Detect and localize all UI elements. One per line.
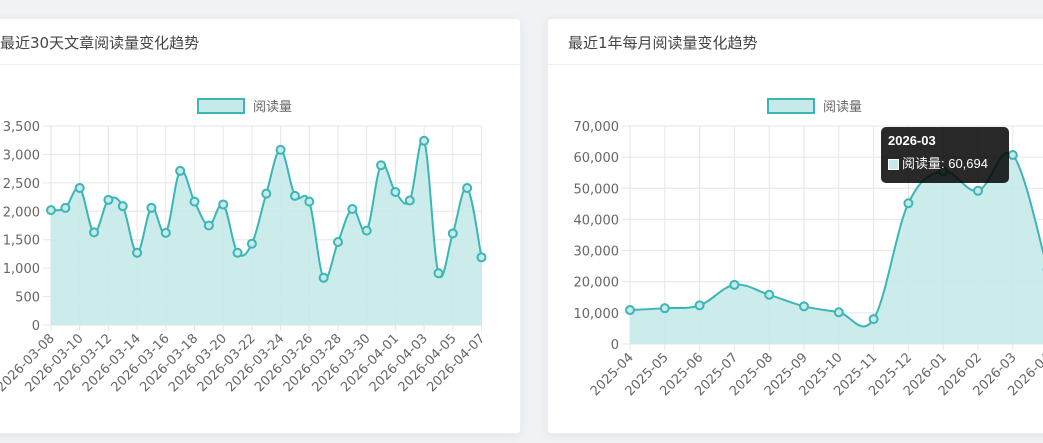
daily-data-point [462,182,473,193]
daily-data-point [103,194,114,205]
daily-data-point [261,188,272,199]
monthly-y-tick-label: 0 [611,338,619,353]
daily-data-point [117,201,128,212]
daily-data-point [447,228,458,239]
daily-data-point [46,205,56,216]
daily-data-point [347,204,358,215]
monthly-legend-swatch [767,98,815,114]
monthly-data-point [903,198,914,209]
daily-data-point [203,220,214,231]
monthly-y-tick-label: 20,000 [574,276,620,291]
daily-y-tick-label: 3,500 [3,120,40,135]
daily-data-point [304,196,315,207]
daily-data-point [60,202,71,213]
daily-data-point [146,202,157,213]
daily-data-point [333,236,343,247]
monthly-data-point [764,289,775,300]
daily-legend-label: 阅读量 [253,100,292,115]
daily-y-tick-label: 2,500 [3,177,40,192]
daily-data-point [218,199,229,210]
daily-y-tick-label: 0 [32,319,40,334]
daily-data-point [132,247,143,258]
tooltip-color-swatch [888,158,899,170]
daily-y-tick-label: 3,000 [3,148,40,163]
daily-data-point [361,225,372,236]
monthly-data-point [659,303,670,314]
daily-y-tick-label: 1,000 [3,262,40,277]
daily-data-point [289,190,300,201]
daily-data-point [404,195,415,206]
monthly-data-point [694,300,705,311]
daily-data-point [419,135,430,146]
monthly-legend-label: 阅读量 [823,100,862,115]
daily-data-point [433,268,444,279]
daily-data-point [246,238,257,249]
daily-data-point [476,252,487,263]
monthly-y-tick-label: 60,000 [574,151,620,166]
daily-data-point [74,182,85,193]
daily-data-point [160,227,171,238]
daily-y-tick-label: 2,000 [3,205,40,220]
daily-reads-chart[interactable]: 阅读量 0 500 1,000 1,500 2,000 2,500 3,000 3,500 202… [0,0,1043,443]
daily-data-point [376,160,387,171]
monthly-data-point [799,301,809,312]
daily-legend-swatch [197,98,245,114]
tooltip-row: 阅读量: 60,694 [888,156,1002,172]
daily-data-point [89,227,100,238]
daily-y-tick-label: 500 [15,291,40,306]
monthly-data-point [625,305,635,316]
daily-data-point [189,196,200,207]
monthly-y-tick-label: 50,000 [574,182,620,197]
daily-data-point [318,272,329,283]
daily-plot: 阅读量05001,0001,5002,0002,5003,0003,500202… [0,98,488,395]
chart-tooltip: 2026-03 阅读量: 60,694 [881,127,1009,183]
monthly-data-point [868,314,879,325]
daily-data-point [390,186,401,197]
tooltip-title: 2026-03 [888,133,936,148]
monthly-y-tick-label: 70,000 [574,120,620,135]
tooltip-label: 阅读量: 60,694 [902,156,988,171]
daily-data-point [232,247,243,258]
monthly-y-tick-label: 10,000 [574,307,620,322]
monthly-data-point [729,279,740,290]
monthly-y-tick-label: 40,000 [574,213,620,228]
monthly-data-point [973,185,983,196]
daily-data-point [175,165,186,176]
daily-y-tick-label: 1,500 [3,234,40,249]
daily-data-point [275,144,286,155]
monthly-data-point [833,307,844,318]
daily-chart-area: 阅读量05001,0001,5002,0002,5003,0003,500202… [0,98,488,395]
monthly-data-point [1007,149,1018,160]
monthly-y-tick-label: 30,000 [574,245,620,260]
